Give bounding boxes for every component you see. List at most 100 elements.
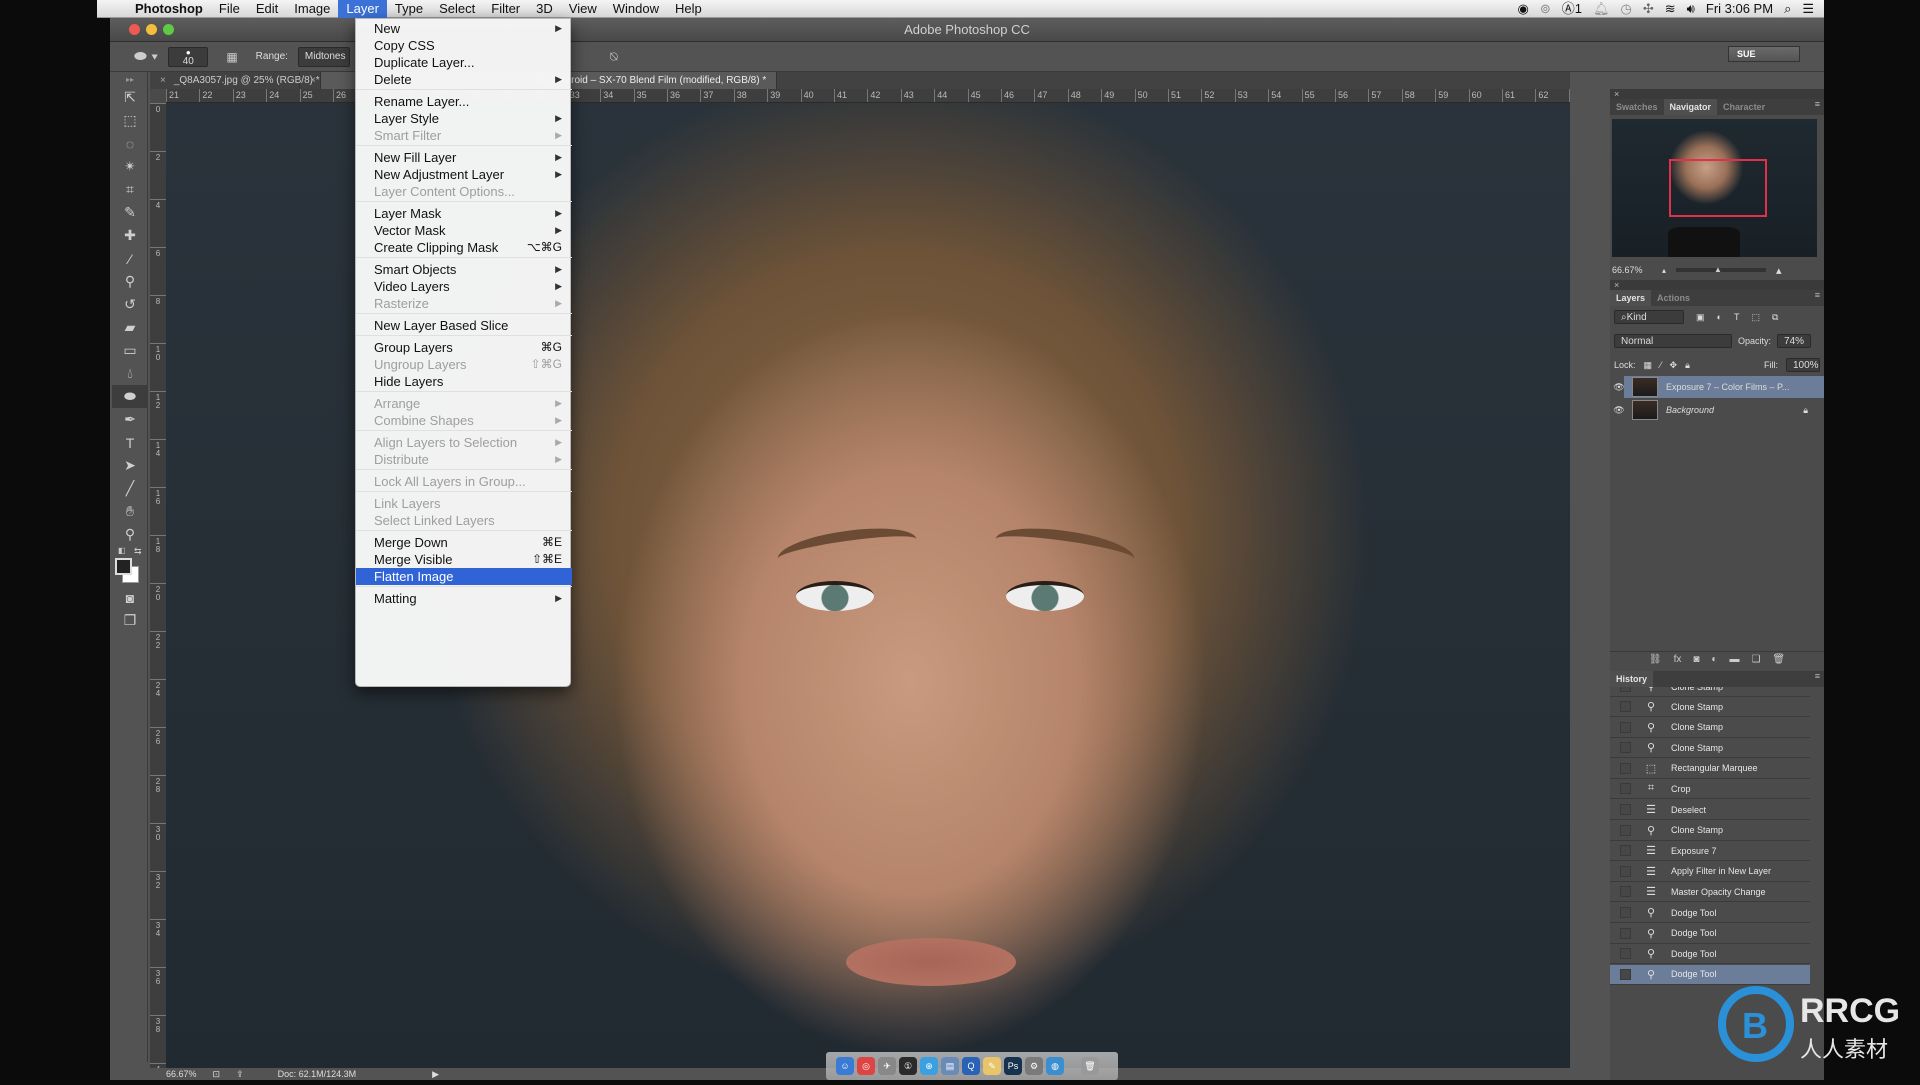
zoom-out-icon[interactable]: ▴ (1662, 266, 1666, 275)
menu-item-layer-style[interactable]: Layer Style ▶ (356, 110, 572, 127)
menu-item-new-layer-based-slice[interactable]: New Layer Based Slice (356, 317, 572, 334)
dock-1password-icon[interactable]: ① (899, 1057, 917, 1075)
history-item[interactable]: ☰ Apply Filter in New Layer (1610, 862, 1810, 882)
add-mask-icon[interactable]: ◙ (1693, 654, 1699, 667)
type-tool[interactable]: T (112, 431, 148, 454)
dock-notes-icon[interactable]: ✎ (983, 1057, 1001, 1075)
history-item[interactable]: ⌗ Crop (1610, 779, 1810, 800)
history-item[interactable]: ⬚ Rectangular Marquee (1610, 759, 1810, 779)
layers-panel-close-icon[interactable]: × (1610, 280, 1824, 290)
screen-mode-icon[interactable]: ❐ (112, 609, 148, 632)
menu-item-vector-mask[interactable]: Vector Mask ▶ (356, 222, 572, 239)
tab-layers[interactable]: Layers (1610, 290, 1652, 306)
zoom-in-icon[interactable]: ▴ (1776, 264, 1782, 277)
time-machine-icon[interactable]: ◷ (1621, 0, 1632, 18)
menu-item-copy-css[interactable]: Copy CSS (356, 37, 572, 54)
history-snapshot-checkbox[interactable] (1620, 907, 1631, 918)
vertical-ruler[interactable]: 0 2 4 6 8 1 0 1 2 1 4 1 6 1 8 2 0 2 2 2 4 2 6 2 8 3 0 3 … (150, 103, 166, 1068)
volume-icon[interactable]: 🔊︎ (1687, 0, 1695, 18)
menu-window[interactable]: Window (605, 0, 667, 18)
lock-transparent-icon[interactable]: ▦ (1644, 360, 1653, 371)
history-snapshot-checkbox[interactable] (1620, 804, 1631, 815)
tab-actions[interactable]: Actions (1651, 290, 1696, 306)
menu-item-arrange[interactable]: Arrange ▶ (356, 395, 572, 412)
lasso-tool[interactable]: ◌ (112, 132, 148, 155)
menu-item-rename-layer[interactable]: Rename Layer... (356, 93, 572, 110)
layer-name[interactable]: Background (1666, 405, 1714, 415)
history-item[interactable]: ⚲ Clone Stamp (1610, 697, 1810, 717)
menu-item-duplicate-layer[interactable]: Duplicate Layer... (356, 54, 572, 71)
new-layer-icon[interactable]: ❏ (1751, 654, 1760, 667)
range-select[interactable]: Midtones (297, 46, 350, 67)
dock-trash-icon[interactable]: 🗑︎ (1081, 1057, 1099, 1075)
dock-finder-icon[interactable]: ☺ (836, 1057, 854, 1075)
lock-all-icon[interactable]: 🔒︎ (1685, 360, 1690, 371)
new-adjustment-layer-icon[interactable]: ◐ (1711, 654, 1717, 667)
filter-smart-object-icon[interactable]: ⧉ (1772, 312, 1778, 323)
history-snapshot-checkbox[interactable] (1620, 865, 1631, 877)
filter-adjustment-icon[interactable]: ◐ (1717, 312, 1722, 322)
visibility-eye-icon[interactable]: 👁︎ (1610, 382, 1628, 393)
menu-file[interactable]: File (211, 0, 248, 18)
menu-edit[interactable]: Edit (248, 0, 286, 18)
menu-item-merge-down[interactable]: Merge Down ⌘E (356, 534, 572, 551)
menu-item-hide-layers[interactable]: Hide Layers (356, 373, 572, 390)
navigator-zoom-value[interactable]: 66.67% (1612, 265, 1662, 275)
history-snapshot-checkbox[interactable] (1620, 762, 1631, 774)
history-snapshot-checkbox[interactable] (1620, 824, 1631, 836)
dock-photoshop-icon[interactable]: Ps (1004, 1057, 1022, 1075)
history-item[interactable]: ⚲ Dodge Tool (1610, 903, 1810, 923)
airbrush-icon[interactable]: ⍉ (610, 49, 618, 65)
clock[interactable]: Fri 3:06 PM (1706, 0, 1773, 18)
adobe-notifications-icon[interactable]: Ⓐ1 (1562, 0, 1582, 18)
brush-panel-toggle-icon[interactable]: ▦ (226, 50, 237, 64)
lock-pixels-icon[interactable]: ⁄ (1660, 360, 1662, 370)
document-tab[interactable]: × _Q8A3057.jpg @ 25% (RGB/8) * (150, 72, 320, 89)
menu-item-combine-shapes[interactable]: Combine Shapes ▶ (356, 412, 572, 429)
tools-collapse-icon[interactable]: ▸▸ (112, 72, 148, 86)
bluetooth-icon[interactable]: ✣ (1643, 0, 1654, 18)
link-layers-icon[interactable]: ⛓ (1649, 654, 1662, 667)
menu-item-select-linked-layers[interactable]: Select Linked Layers (356, 512, 572, 529)
delete-layer-icon[interactable]: 🗑︎ (1772, 654, 1785, 667)
dock-network-icon[interactable]: ◍ (1046, 1057, 1064, 1075)
filter-shape-icon[interactable]: ⬚ (1751, 312, 1760, 323)
brush-size-picker[interactable]: ● 40 (168, 46, 209, 67)
menu-layer[interactable]: Layer (338, 0, 387, 18)
history-item[interactable]: ⚲ Dodge Tool (1610, 944, 1810, 965)
visibility-eye-icon[interactable]: 👁︎ (1610, 405, 1628, 416)
zoom-tool[interactable]: ⚲ (112, 523, 148, 546)
menu-item-lock-all-layers-in-group[interactable]: Lock All Layers in Group... (356, 473, 572, 490)
clone-stamp-tool[interactable]: ⚲ (112, 270, 148, 293)
bell-icon[interactable]: 🔔︎ (1593, 0, 1610, 18)
menu-item-rasterize[interactable]: Rasterize ▶ (356, 295, 572, 312)
history-snapshot-checkbox[interactable] (1620, 948, 1631, 960)
dodge-tool[interactable]: ⬬ (112, 385, 148, 408)
history-snapshot-checkbox[interactable] (1620, 968, 1631, 980)
history-snapshot-checkbox[interactable] (1620, 845, 1631, 857)
menu-item-link-layers[interactable]: Link Layers (356, 495, 572, 512)
opacity-input[interactable]: 74% (1777, 334, 1812, 348)
blur-tool[interactable]: 💧︎ (112, 362, 148, 385)
filter-pixel-icon[interactable]: ▣ (1696, 312, 1705, 323)
history-item[interactable]: ⚲ Clone Stamp (1610, 718, 1810, 738)
history-item[interactable]: ⚲ Dodge Tool (1610, 964, 1810, 985)
eraser-tool[interactable]: ▰ (112, 316, 148, 339)
healing-brush-tool[interactable]: ✚ (112, 224, 148, 247)
menu-item-new[interactable]: New ▶ (356, 20, 572, 37)
menu-item-group-layers[interactable]: Group Layers ⌘G (356, 339, 572, 356)
history-item-partial[interactable]: ⚲ Clone Stamp (1610, 687, 1810, 697)
menu-item-distribute[interactable]: Distribute ▶ (356, 451, 572, 468)
new-group-icon[interactable]: ▬ (1729, 654, 1739, 667)
quick-mask-icon[interactable]: ◙ (112, 586, 148, 609)
menu-item-video-layers[interactable]: Video Layers ▶ (356, 278, 572, 295)
history-snapshot-checkbox[interactable] (1620, 721, 1631, 733)
layer-filter-select[interactable]: ⌕ Kind (1614, 310, 1684, 324)
history-brush-tool[interactable]: ↺ (112, 293, 148, 316)
creative-cloud-icon[interactable]: ⊚ (1540, 0, 1551, 18)
fill-input[interactable]: 100% (1786, 358, 1820, 372)
menu-type[interactable]: Type (387, 0, 431, 18)
layer-name[interactable]: Exposure 7 – Color Films – P... (1666, 382, 1789, 392)
tab-character[interactable]: Character (1717, 99, 1771, 115)
history-item[interactable]: ⚲ Clone Stamp (1610, 821, 1810, 841)
